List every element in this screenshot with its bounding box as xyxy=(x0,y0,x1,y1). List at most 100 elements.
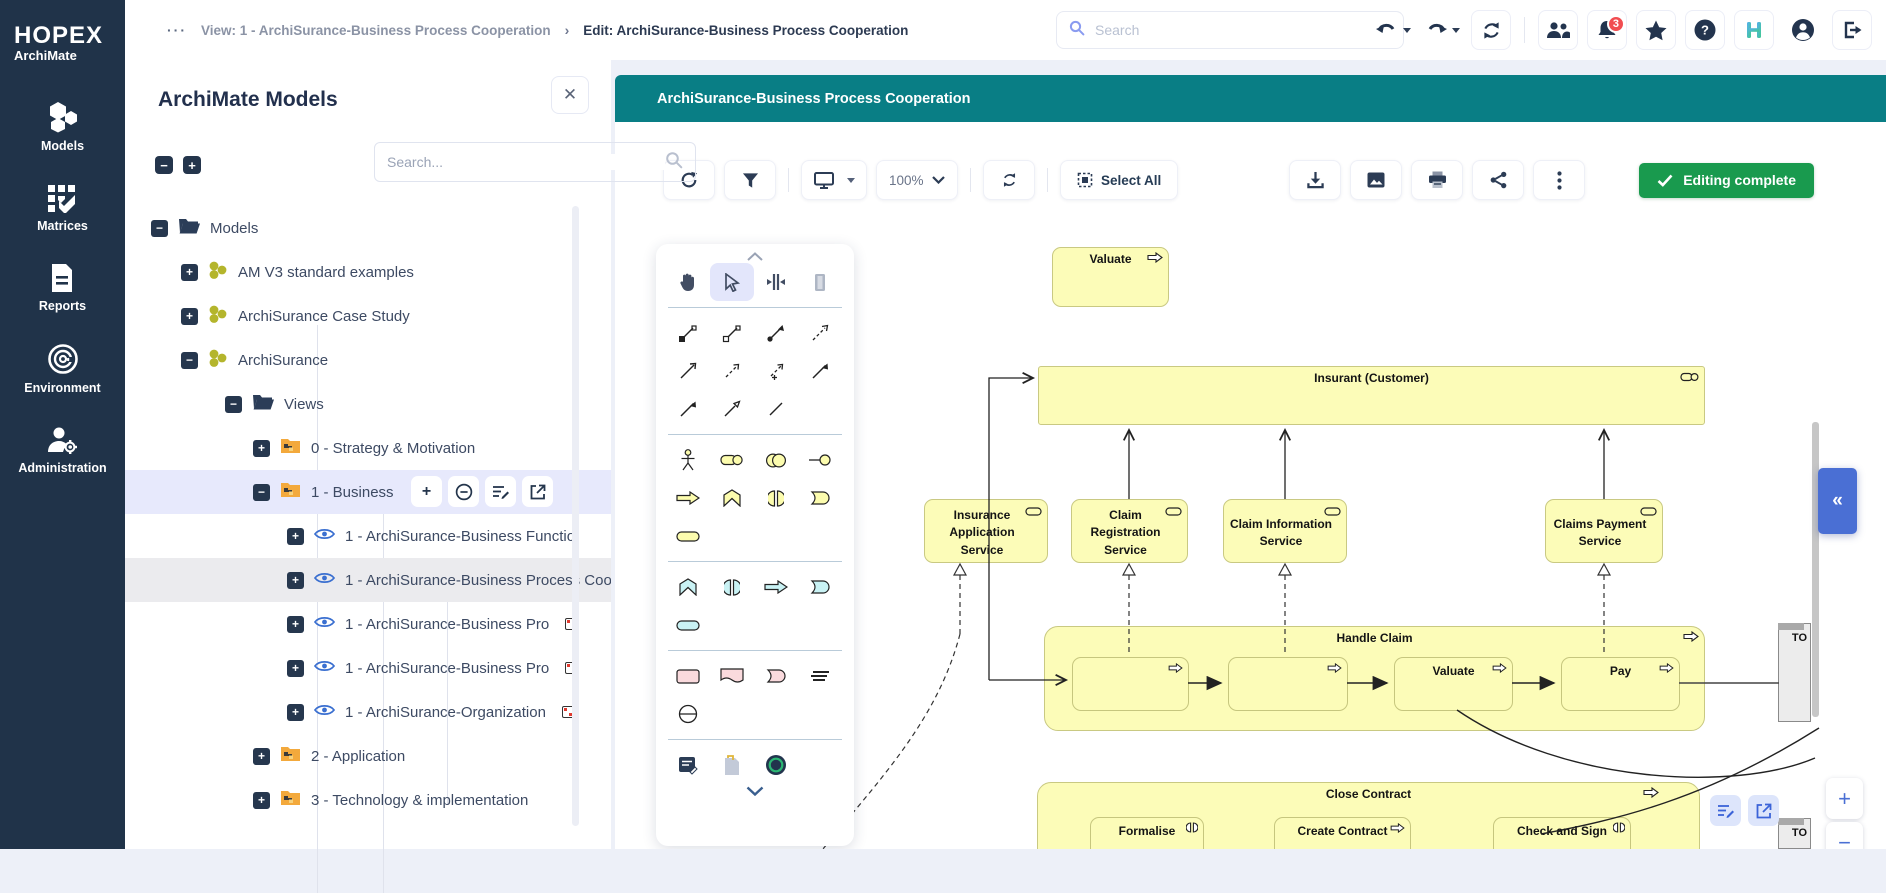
edit-properties-button[interactable] xyxy=(485,476,516,507)
composition-relation-tool[interactable] xyxy=(666,314,710,352)
refresh-button[interactable] xyxy=(1471,10,1511,50)
node-valuate-top[interactable]: Valuate xyxy=(1052,247,1169,307)
expander[interactable]: + xyxy=(181,308,198,325)
node-insurance-application-service[interactable]: Insurance Application Service xyxy=(924,499,1048,563)
business-process-tool[interactable] xyxy=(666,479,710,517)
help-button[interactable]: ? xyxy=(1685,10,1725,50)
business-actor-tool[interactable] xyxy=(666,441,710,479)
add-element-button[interactable]: + xyxy=(411,476,442,507)
business-function-tool[interactable] xyxy=(710,479,754,517)
flow-relation-tool[interactable] xyxy=(666,390,710,428)
expander[interactable]: + xyxy=(287,528,304,545)
palette-scroll-up[interactable] xyxy=(656,250,854,263)
collaboration-users-button[interactable] xyxy=(1538,10,1578,50)
palette-scroll-down[interactable] xyxy=(656,784,854,798)
triggering-relation-tool[interactable] xyxy=(798,352,842,390)
business-role-tool[interactable] xyxy=(710,441,754,479)
open-subview-button[interactable] xyxy=(1748,795,1779,826)
rail-item-matrices[interactable]: Matrices xyxy=(37,183,88,233)
select-all-button[interactable]: Select All xyxy=(1060,160,1178,200)
node-handle-claim[interactable]: Handle Claim Valuate Pay xyxy=(1044,626,1705,731)
print-button[interactable] xyxy=(1411,160,1463,200)
expander[interactable]: + xyxy=(253,440,270,457)
collapse-panel-button[interactable]: « xyxy=(1818,468,1857,534)
node-claim-information-service[interactable]: Claim Information Service xyxy=(1223,499,1347,563)
specialization-relation-tool[interactable] xyxy=(710,390,754,428)
node-tool[interactable] xyxy=(666,695,710,733)
expander[interactable]: + xyxy=(287,704,304,721)
profile-button[interactable] xyxy=(1783,10,1823,50)
application-process-tool[interactable] xyxy=(754,568,798,606)
collapse-all-button[interactable]: − xyxy=(155,156,173,174)
annotate-button[interactable] xyxy=(1710,795,1741,826)
editing-complete-button[interactable]: Editing complete xyxy=(1639,163,1814,198)
more-menu-button[interactable] xyxy=(1533,160,1585,200)
tree-row-archisurance[interactable]: − ArchiSurance xyxy=(125,338,577,382)
select-tool-active[interactable] xyxy=(710,263,754,301)
breadcrumb-overflow-button[interactable]: ··· xyxy=(167,22,187,38)
tree-row-views[interactable]: − Views xyxy=(125,382,577,426)
application-interaction-tool[interactable] xyxy=(710,568,754,606)
expander[interactable]: − xyxy=(253,484,270,501)
meaning-tool[interactable] xyxy=(798,657,842,695)
serving-relation-tool[interactable] xyxy=(666,352,710,390)
tree-row-strategy[interactable]: + 0 - Strategy & Motivation xyxy=(125,426,577,470)
tree-row-process-cooperation[interactable]: + 1 - ArchiSurance-Business Process Coop… xyxy=(125,558,611,602)
favorites-button[interactable] xyxy=(1636,10,1676,50)
expander[interactable]: + xyxy=(287,616,304,633)
business-interface-tool[interactable] xyxy=(798,441,842,479)
expander[interactable]: + xyxy=(287,660,304,677)
rail-item-administration[interactable]: Administration xyxy=(18,425,106,475)
deliverable-tool[interactable] xyxy=(666,657,710,695)
redo-button[interactable] xyxy=(1422,10,1462,50)
tree-search-input[interactable] xyxy=(387,154,665,170)
access-relation-tool[interactable] xyxy=(754,352,798,390)
application-object-tool[interactable] xyxy=(666,606,710,644)
business-interaction-tool[interactable] xyxy=(754,479,798,517)
tree-row-organization[interactable]: + 1 - ArchiSurance-Organization xyxy=(125,690,577,734)
zoom-out-button[interactable]: − xyxy=(1826,822,1863,849)
tree-row-application[interactable]: + 2 - Application xyxy=(125,734,577,778)
tree-search[interactable] xyxy=(374,142,696,182)
node-close-contract[interactable]: Close Contract Formalise Create Contract… xyxy=(1037,782,1700,849)
tree-row-product-view[interactable]: + 1 - ArchiSurance-Business Product View xyxy=(125,646,577,690)
filter-button[interactable] xyxy=(724,160,776,200)
representation-tool[interactable] xyxy=(710,657,754,695)
status-circle-tool[interactable] xyxy=(754,746,798,784)
display-mode-button[interactable] xyxy=(801,160,867,200)
download-button[interactable] xyxy=(1289,160,1341,200)
aggregation-relation-tool[interactable] xyxy=(710,314,754,352)
share-button[interactable] xyxy=(1472,160,1524,200)
tree-row-models[interactable]: − Models xyxy=(125,206,577,250)
tree-row-case-study[interactable]: + ArchiSurance Case Study xyxy=(125,294,577,338)
panel-close-button[interactable]: ✕ xyxy=(551,76,589,114)
export-image-button[interactable] xyxy=(1350,160,1402,200)
note-tool[interactable] xyxy=(666,746,710,784)
association-relation-tool[interactable] xyxy=(754,390,798,428)
expander[interactable]: + xyxy=(181,264,198,281)
expander[interactable]: − xyxy=(225,396,242,413)
expander[interactable]: + xyxy=(253,748,270,765)
panel-scrollbar[interactable] xyxy=(572,206,579,826)
breadcrumb-view-link[interactable]: View: 1 - ArchiSurance-Business Process … xyxy=(201,23,551,38)
node-handle-claim-step-1[interactable] xyxy=(1072,657,1189,711)
expand-all-button[interactable]: + xyxy=(183,156,201,174)
rail-item-models[interactable]: Models xyxy=(41,101,84,153)
rail-item-environment[interactable]: Environment xyxy=(24,343,100,395)
zoom-select[interactable]: 100% xyxy=(876,160,958,200)
node-to-offpage-2[interactable]: TO xyxy=(1778,818,1811,849)
business-collaboration-tool[interactable] xyxy=(754,441,798,479)
pan-tool[interactable] xyxy=(666,263,710,301)
node-formalise[interactable]: Formalise xyxy=(1090,817,1204,849)
tree-row-function-view[interactable]: + 1 - ArchiSurance-Business Function Vie… xyxy=(125,514,577,558)
tree-row-am-v3[interactable]: + AM V3 standard examples xyxy=(125,250,577,294)
global-search-input[interactable] xyxy=(1095,22,1391,38)
column-tool-disabled[interactable] xyxy=(798,263,842,301)
node-claim-registration-service[interactable]: Claim Registration Service xyxy=(1071,499,1188,563)
rail-item-reports[interactable]: Reports xyxy=(39,263,86,313)
global-search[interactable] xyxy=(1056,11,1404,49)
expander[interactable]: − xyxy=(151,220,168,237)
application-function-tool[interactable] xyxy=(666,568,710,606)
node-handle-claim-pay[interactable]: Pay xyxy=(1561,657,1680,711)
business-object-tool[interactable] xyxy=(666,517,710,555)
